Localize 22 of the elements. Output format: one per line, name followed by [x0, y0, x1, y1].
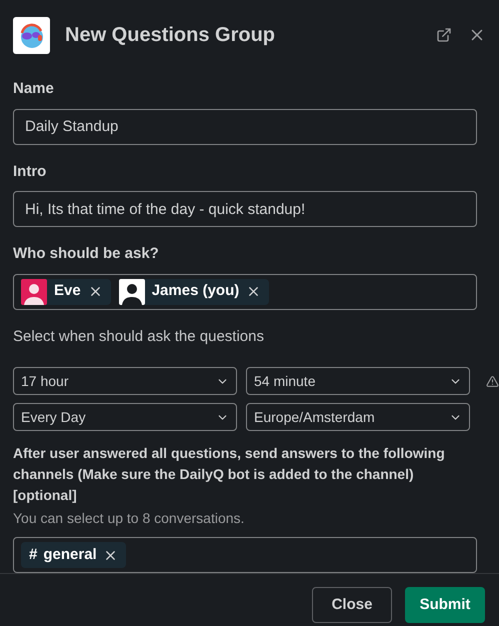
modal-title: New Questions Group	[65, 23, 276, 48]
name-input[interactable]: Daily Standup	[13, 108, 477, 144]
open-external-icon[interactable]	[436, 27, 452, 43]
channels-select[interactable]: # general	[13, 537, 477, 573]
submit-button[interactable]: Submit	[405, 587, 485, 623]
user-chip[interactable]: Eve	[21, 278, 111, 304]
intro-input[interactable]: Hi, Its that time of the day - quick standup!	[13, 191, 477, 227]
dropdown[interactable]: 17 hour	[13, 367, 237, 395]
dropdown[interactable]: Europe/Amsterdam	[246, 403, 470, 431]
user-chip[interactable]: James (you)	[118, 278, 270, 304]
hint-text: You can select up to 8 conversations.	[13, 509, 244, 528]
field-label: Name	[13, 79, 54, 99]
schedule-label: Select when should ask the questions	[13, 326, 264, 346]
field-label: Intro	[13, 162, 46, 182]
dropdown[interactable]: 54 minute	[246, 367, 470, 395]
close-button[interactable]: Close	[312, 587, 392, 623]
channels-label: After user answered all questions, send answers to the following channels (Make sure the DailyQ bot is added to the channel) [optional]	[13, 444, 446, 505]
field-label: Who should be ask?	[13, 244, 159, 264]
channel-chip[interactable]: # general	[21, 542, 126, 568]
app-logo-icon	[13, 16, 50, 54]
users-select[interactable]: Eve James (you)	[13, 274, 477, 310]
dropdown[interactable]: Every Day	[13, 403, 237, 431]
